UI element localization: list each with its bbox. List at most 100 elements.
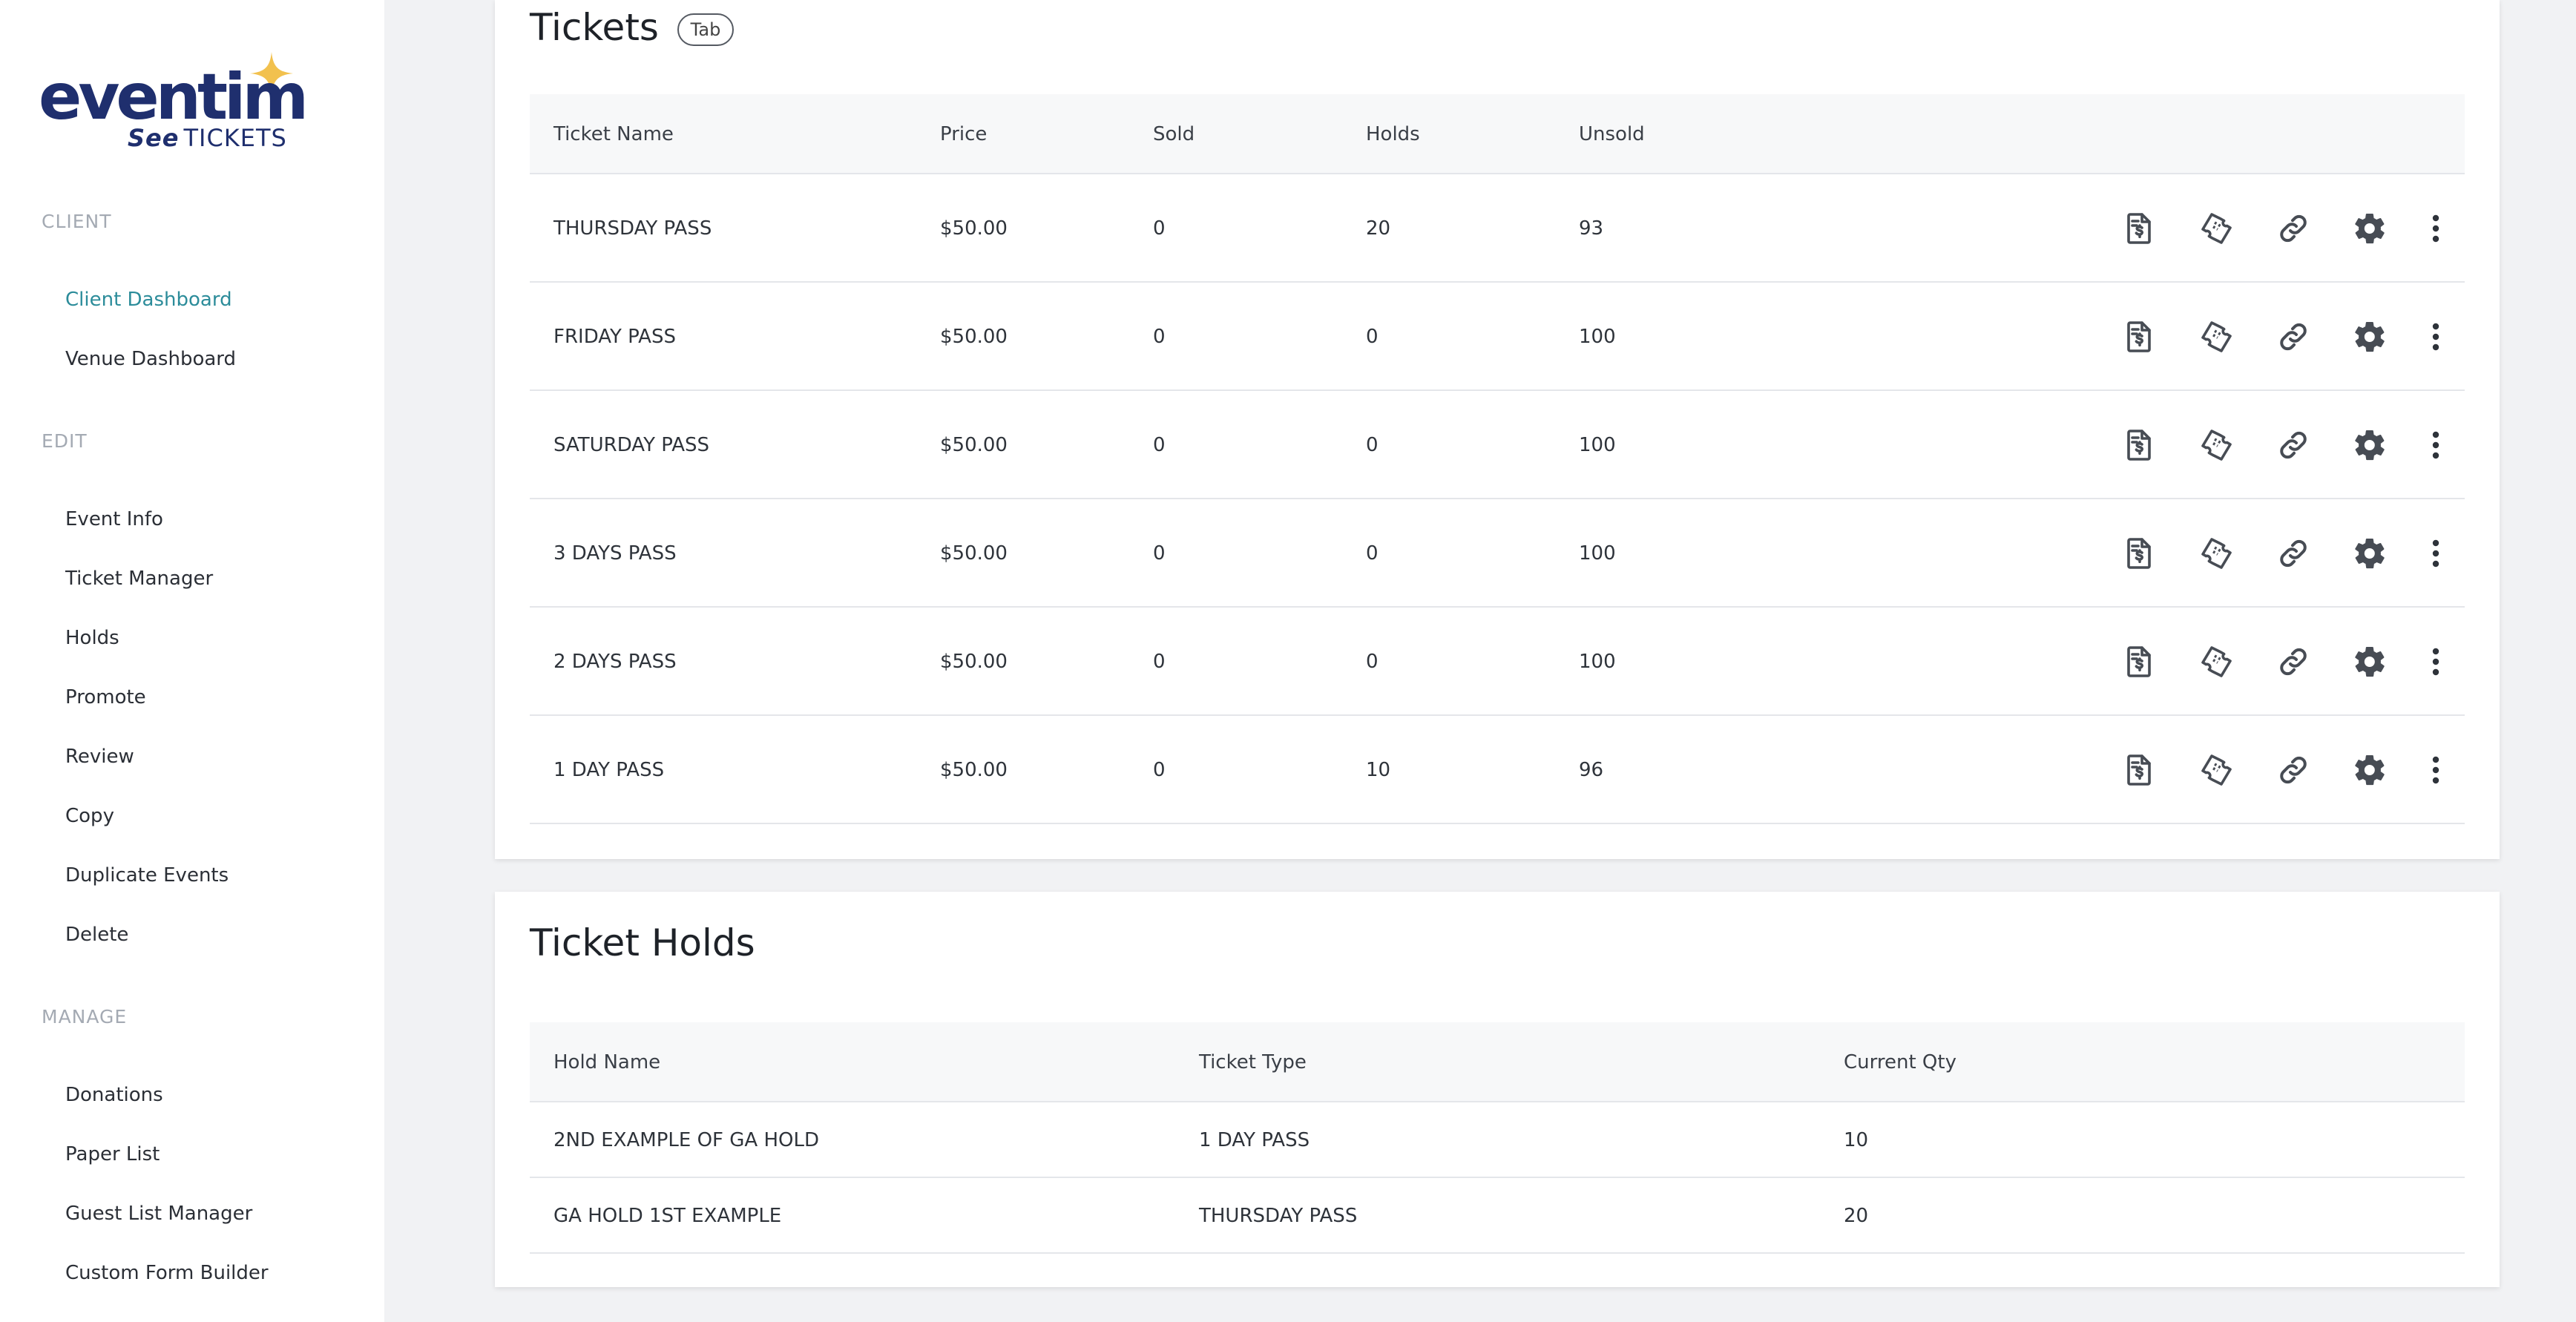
invoice-icon[interactable] bbox=[2121, 319, 2157, 355]
col-ticket-type[interactable]: Ticket Type bbox=[1199, 1022, 1307, 1102]
ticket-name-cell: 2 DAYS PASS bbox=[553, 651, 677, 673]
holds-cell: 0 bbox=[1366, 651, 1379, 673]
table-row: 1 DAY PASS $50.00 0 10 96 bbox=[530, 716, 2465, 824]
logo-subline: See TICKETS bbox=[128, 126, 287, 150]
more-vertical-icon[interactable] bbox=[2418, 752, 2454, 788]
ticket-type-cell: THURSDAY PASS bbox=[1199, 1205, 1358, 1227]
sold-cell: 0 bbox=[1153, 651, 1166, 673]
price-cell: $50.00 bbox=[940, 759, 1008, 781]
link-icon[interactable] bbox=[2276, 752, 2311, 788]
nav-item-client-dashboard[interactable]: Client Dashboard bbox=[65, 289, 232, 311]
more-vertical-icon[interactable] bbox=[2418, 211, 2454, 246]
tickets-table-header: Ticket Name Price Sold Holds Unsold bbox=[530, 94, 2465, 174]
sold-cell: 0 bbox=[1153, 759, 1166, 781]
row-actions bbox=[2079, 716, 2465, 824]
col-ticket-name[interactable]: Ticket Name bbox=[553, 94, 674, 174]
ticket-type-cell: 1 DAY PASS bbox=[1199, 1129, 1310, 1151]
holds-cell: 20 bbox=[1366, 217, 1391, 240]
table-row: SATURDAY PASS $50.00 0 0 100 bbox=[530, 391, 2465, 499]
ticket-name-cell: THURSDAY PASS bbox=[553, 217, 712, 240]
ticket-holds-title: Ticket Holds bbox=[530, 921, 755, 964]
col-price[interactable]: Price bbox=[940, 94, 987, 174]
ticket-icon[interactable] bbox=[2198, 211, 2234, 246]
col-unsold[interactable]: Unsold bbox=[1579, 94, 1645, 174]
ticket-icon[interactable] bbox=[2198, 427, 2234, 463]
nav-item-copy[interactable]: Copy bbox=[65, 805, 114, 827]
more-vertical-icon[interactable] bbox=[2418, 319, 2454, 355]
ticket-icon[interactable] bbox=[2198, 319, 2234, 355]
nav-item-donations[interactable]: Donations bbox=[65, 1084, 163, 1106]
more-vertical-icon[interactable] bbox=[2418, 644, 2454, 680]
col-holds[interactable]: Holds bbox=[1366, 94, 1420, 174]
more-vertical-icon[interactable] bbox=[2418, 536, 2454, 571]
table-row[interactable]: GA HOLD 1ST EXAMPLE THURSDAY PASS 20 bbox=[530, 1178, 2465, 1254]
nav-item-paper-list[interactable]: Paper List bbox=[65, 1143, 160, 1165]
link-icon[interactable] bbox=[2276, 536, 2311, 571]
invoice-icon[interactable] bbox=[2121, 752, 2157, 788]
unsold-cell: 100 bbox=[1579, 326, 1616, 348]
table-row: 2 DAYS PASS $50.00 0 0 100 bbox=[530, 608, 2465, 716]
hold-name-cell: GA HOLD 1ST EXAMPLE bbox=[553, 1205, 782, 1227]
nav-item-promote[interactable]: Promote bbox=[65, 686, 146, 708]
nav-item-event-info[interactable]: Event Info bbox=[65, 508, 163, 530]
col-current-qty[interactable]: Current Qty bbox=[1844, 1022, 1956, 1102]
invoice-icon[interactable] bbox=[2121, 644, 2157, 680]
link-icon[interactable] bbox=[2276, 427, 2311, 463]
table-row: THURSDAY PASS $50.00 0 20 93 bbox=[530, 174, 2465, 283]
unsold-cell: 100 bbox=[1579, 651, 1616, 673]
nav-item-duplicate-events[interactable]: Duplicate Events bbox=[65, 864, 229, 887]
gear-icon[interactable] bbox=[2352, 319, 2388, 355]
link-icon[interactable] bbox=[2276, 644, 2311, 680]
nav-item-custom-form-builder[interactable]: Custom Form Builder bbox=[65, 1262, 269, 1284]
row-actions bbox=[2079, 283, 2465, 391]
row-actions bbox=[2079, 608, 2465, 716]
gear-icon[interactable] bbox=[2352, 752, 2388, 788]
link-icon[interactable] bbox=[2276, 319, 2311, 355]
table-row: 3 DAYS PASS $50.00 0 0 100 bbox=[530, 499, 2465, 608]
holds-cell: 0 bbox=[1366, 434, 1379, 456]
nav-item-venue-dashboard[interactable]: Venue Dashboard bbox=[65, 348, 236, 370]
price-cell: $50.00 bbox=[940, 651, 1008, 673]
invoice-icon[interactable] bbox=[2121, 427, 2157, 463]
nav-item-guest-list-manager[interactable]: Guest List Manager bbox=[65, 1203, 252, 1225]
table-row: FRIDAY PASS $50.00 0 0 100 bbox=[530, 283, 2465, 391]
tab-badge: Tab bbox=[677, 13, 734, 46]
ticket-name-cell: FRIDAY PASS bbox=[553, 326, 676, 348]
ticket-holds-card: Ticket Holds Hold Name Ticket Type Curre… bbox=[495, 892, 2500, 1287]
unsold-cell: 93 bbox=[1579, 217, 1604, 240]
invoice-icon[interactable] bbox=[2121, 536, 2157, 571]
ticket-icon[interactable] bbox=[2198, 536, 2234, 571]
nav-item-review[interactable]: Review bbox=[65, 746, 134, 768]
ticket-icon[interactable] bbox=[2198, 752, 2234, 788]
sold-cell: 0 bbox=[1153, 542, 1166, 565]
sidebar: eventim See TICKETS CLIENT Client Dashboa… bbox=[0, 0, 384, 1322]
nav-item-holds[interactable]: Holds bbox=[65, 627, 119, 649]
ticket-icon[interactable] bbox=[2198, 644, 2234, 680]
gear-icon[interactable] bbox=[2352, 211, 2388, 246]
table-row[interactable]: 2ND EXAMPLE OF GA HOLD 1 DAY PASS 10 bbox=[530, 1102, 2465, 1178]
gear-icon[interactable] bbox=[2352, 536, 2388, 571]
unsold-cell: 100 bbox=[1579, 542, 1616, 565]
more-vertical-icon[interactable] bbox=[2418, 427, 2454, 463]
nav-item-ticket-manager[interactable]: Ticket Manager bbox=[65, 568, 213, 590]
logo-sub-light: TICKETS bbox=[183, 124, 287, 152]
nav-item-delete[interactable]: Delete bbox=[65, 924, 128, 946]
col-sold[interactable]: Sold bbox=[1153, 94, 1195, 174]
col-hold-name[interactable]: Hold Name bbox=[553, 1022, 660, 1102]
holds-table-header: Hold Name Ticket Type Current Qty bbox=[530, 1022, 2465, 1102]
link-icon[interactable] bbox=[2276, 211, 2311, 246]
unsold-cell: 100 bbox=[1579, 434, 1616, 456]
invoice-icon[interactable] bbox=[2121, 211, 2157, 246]
gear-icon[interactable] bbox=[2352, 427, 2388, 463]
hold-name-cell: 2ND EXAMPLE OF GA HOLD bbox=[553, 1129, 819, 1151]
tickets-card: Tickets Tab Ticket Name Price Sold Holds… bbox=[495, 0, 2500, 859]
logo-sub-bold: See bbox=[128, 124, 180, 152]
row-actions bbox=[2079, 499, 2465, 608]
ticket-name-cell: 3 DAYS PASS bbox=[553, 542, 677, 565]
sold-cell: 0 bbox=[1153, 326, 1166, 348]
price-cell: $50.00 bbox=[940, 434, 1008, 456]
gear-icon[interactable] bbox=[2352, 644, 2388, 680]
eventim-logo[interactable]: eventim See TICKETS bbox=[39, 49, 309, 160]
nav-section-manage: MANAGE bbox=[42, 1006, 128, 1027]
ticket-name-cell: 1 DAY PASS bbox=[553, 759, 665, 781]
